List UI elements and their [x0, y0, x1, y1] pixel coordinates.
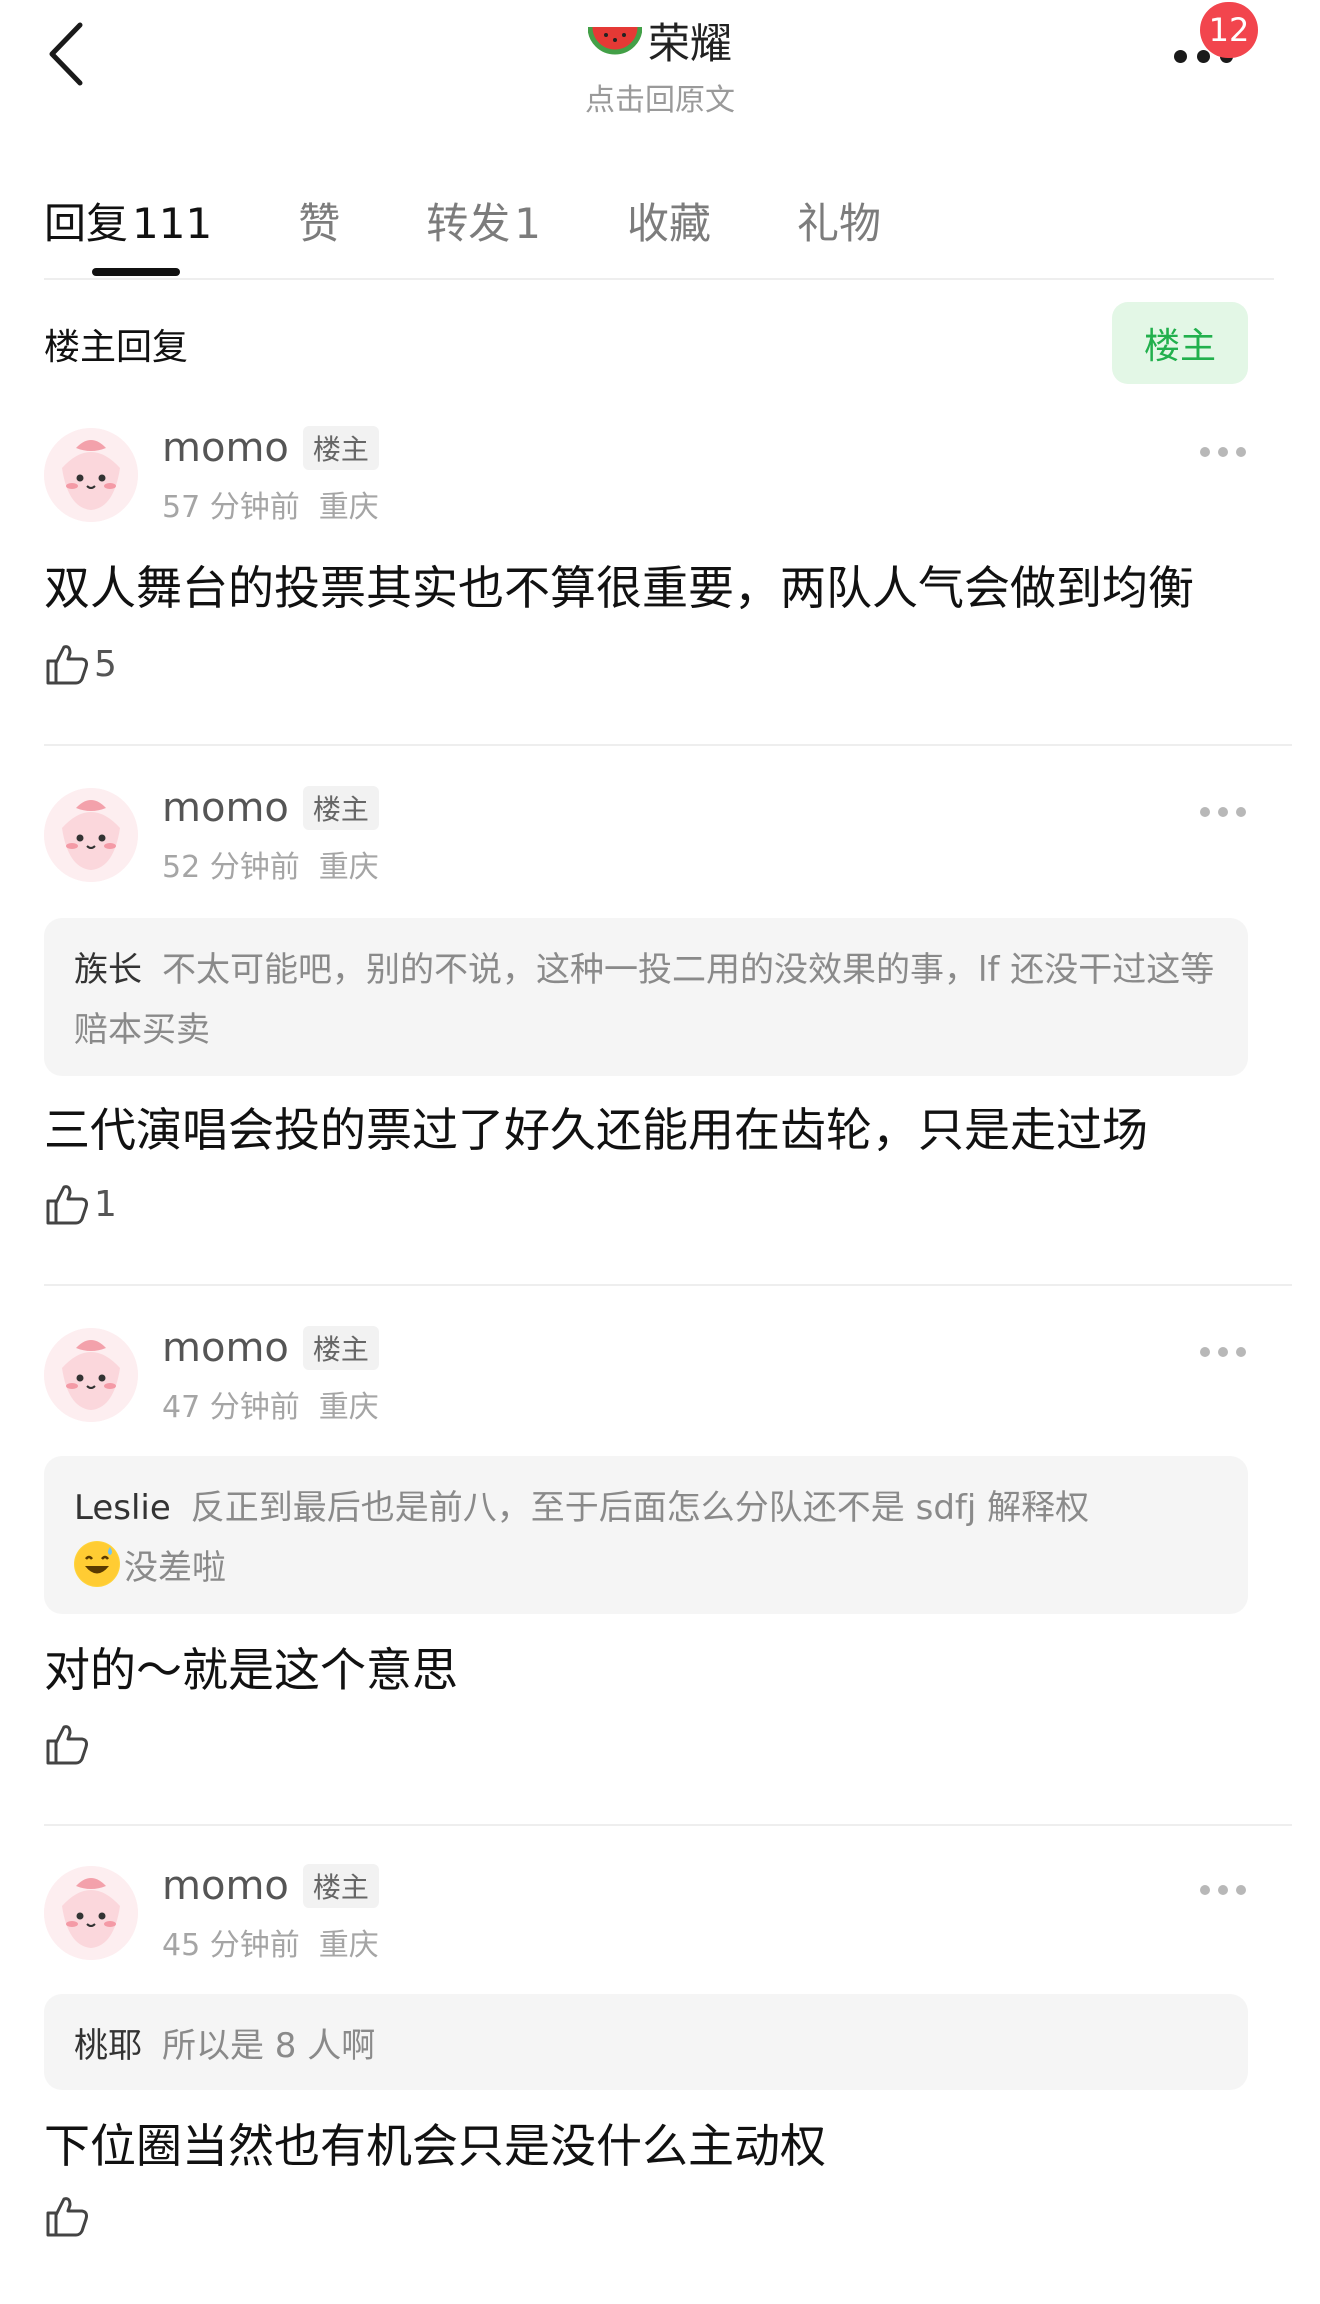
- watermelon-icon: [587, 26, 642, 54]
- username[interactable]: momo: [162, 785, 289, 831]
- tab-replies[interactable]: 回复111: [44, 170, 212, 280]
- op-badge: 楼主: [302, 1326, 379, 1370]
- username[interactable]: momo: [162, 425, 289, 471]
- avatar[interactable]: [44, 428, 138, 522]
- timestamp: 52 分钟前: [162, 850, 300, 885]
- comment-text: 对的～就是这个意思: [44, 1643, 458, 1697]
- top-bar: 荣耀 点击回原文 12: [0, 0, 1320, 140]
- tab-likes[interactable]: 赞: [298, 170, 340, 280]
- tab-count: 1: [514, 199, 541, 248]
- timestamp: 47 分钟前: [162, 1390, 300, 1425]
- page-title: 荣耀: [647, 19, 732, 68]
- comment-more-button[interactable]: [1200, 437, 1246, 467]
- divider: [44, 278, 1274, 280]
- like-count: 5: [94, 643, 117, 685]
- location: 重庆: [318, 850, 379, 885]
- comment-divider: [44, 1284, 1292, 1286]
- quoted-text: 反正到最后也是前八，至于后面怎么分队还不是 sdfj 解释权: [190, 1488, 1090, 1528]
- tab-label: 收藏: [626, 199, 711, 248]
- quoted-username: 族长: [74, 950, 142, 990]
- avatar[interactable]: [44, 1328, 138, 1422]
- quoted-reply[interactable]: 族长 不太可能吧，别的不说，这种一投二用的没效果的事，lf 还没干过这等赔本买卖: [44, 918, 1248, 1076]
- tab-gifts[interactable]: 礼物: [797, 170, 881, 280]
- quoted-reply[interactable]: 桃耶 所以是 8 人啊: [44, 1994, 1248, 2090]
- comment-more-button[interactable]: [1200, 1875, 1246, 1905]
- comment-divider: [44, 744, 1292, 746]
- op-badge: 楼主: [302, 786, 379, 830]
- thumbs-up-icon: [46, 2197, 88, 2237]
- comment-divider: [44, 1824, 1292, 1826]
- username[interactable]: momo: [162, 1325, 289, 1371]
- comment-meta: momo 楼主 45 分钟前 重庆: [162, 1862, 379, 1964]
- like-count: 1: [94, 1183, 117, 1225]
- location: 重庆: [318, 490, 379, 525]
- quoted-text-tail: 没差啦: [124, 1548, 226, 1588]
- tab-favorites[interactable]: 收藏: [627, 170, 711, 280]
- thumbs-up-icon: [46, 645, 88, 685]
- active-tab-indicator: [92, 268, 180, 276]
- avatar-image: [44, 1866, 138, 1960]
- avatar[interactable]: [44, 788, 138, 882]
- like-button[interactable]: 5: [44, 634, 117, 694]
- tab-label: 回复: [44, 199, 129, 248]
- tab-label: 转发: [426, 199, 511, 248]
- tab-count: 111: [132, 199, 213, 248]
- avatar-image: [44, 1328, 138, 1422]
- quoted-text: 所以是 8 人啊: [162, 2026, 376, 2066]
- thumbs-up-icon: [46, 1725, 88, 1765]
- comment-text: 三代演唱会投的票过了好久还能用在齿轮，只是走过场: [44, 1103, 1148, 1157]
- op-filter-button[interactable]: 楼主: [1112, 302, 1248, 384]
- quoted-username: Leslie: [74, 1488, 171, 1528]
- like-button[interactable]: 1: [44, 1174, 117, 1234]
- comment-meta: momo 楼主 52 分钟前 重庆: [162, 784, 379, 886]
- comment-more-button[interactable]: [1200, 1337, 1246, 1367]
- comment-text: 双人舞台的投票其实也不算很重要，两队人气会做到均衡: [44, 561, 1194, 615]
- comment-meta: momo 楼主 47 分钟前 重庆: [162, 1324, 379, 1426]
- timestamp: 45 分钟前: [162, 1928, 300, 1963]
- username[interactable]: momo: [162, 1863, 289, 1909]
- avatar[interactable]: [44, 1866, 138, 1960]
- location: 重庆: [318, 1928, 379, 1963]
- comment-more-button[interactable]: [1200, 797, 1246, 827]
- avatar-image: [44, 428, 138, 522]
- like-button[interactable]: [44, 1714, 94, 1774]
- avatar-image: [44, 788, 138, 882]
- like-button[interactable]: [44, 2186, 94, 2246]
- notification-badge: 12: [1200, 2, 1258, 58]
- comment-text: 下位圈当然也有机会只是没什么主动权: [44, 2119, 826, 2173]
- location: 重庆: [318, 1390, 379, 1425]
- section-title: 楼主回复: [44, 327, 189, 368]
- thumbs-up-icon: [46, 1185, 88, 1225]
- comment-meta: momo 楼主 57 分钟前 重庆: [162, 424, 379, 526]
- tab-label: 礼物: [796, 199, 881, 248]
- tab-reposts[interactable]: 转发1: [426, 170, 541, 280]
- quoted-reply[interactable]: Leslie 反正到最后也是前八，至于后面怎么分队还不是 sdfj 解释权 没差啦: [44, 1456, 1248, 1614]
- tab-bar: 回复111 赞 转发1 收藏 礼物: [44, 170, 967, 280]
- timestamp: 57 分钟前: [162, 490, 300, 525]
- op-badge: 楼主: [302, 1864, 379, 1908]
- back-to-original-link[interactable]: 点击回原文: [0, 75, 1320, 119]
- quoted-text: 不太可能吧，别的不说，这种一投二用的没效果的事，lf 还没干过这等赔本买卖: [74, 950, 1215, 1050]
- quoted-username: 桃耶: [74, 2026, 142, 2066]
- tab-label: 赞: [298, 199, 341, 248]
- sweat-smile-emoji-icon: [74, 1541, 120, 1587]
- title-area[interactable]: 荣耀 点击回原文: [0, 10, 1320, 119]
- op-badge: 楼主: [302, 426, 379, 470]
